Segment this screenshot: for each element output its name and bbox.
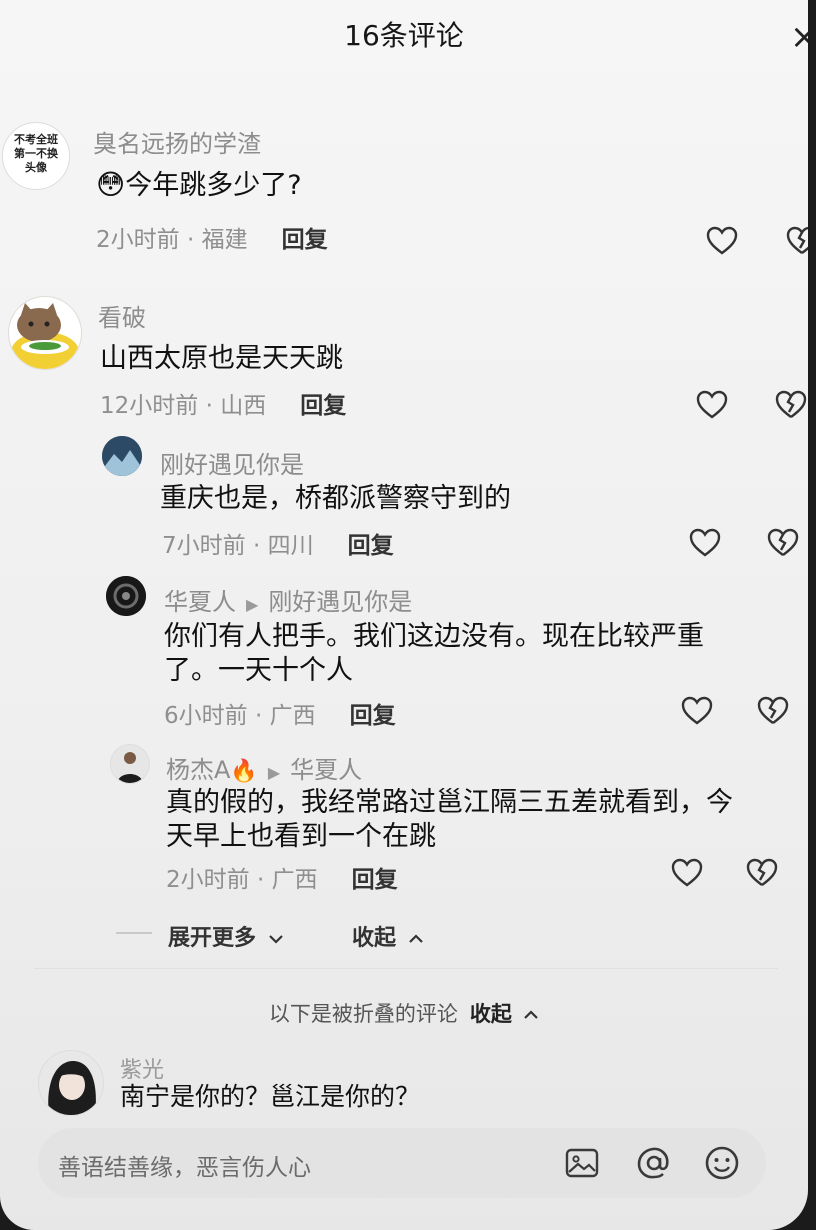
avatar[interactable] <box>38 1050 104 1116</box>
image-icon[interactable] <box>560 1141 604 1185</box>
reply-button[interactable]: 回复 <box>282 227 328 253</box>
reply-target-username[interactable]: 华夏人 <box>290 756 362 784</box>
smiley-emoji-icon[interactable] <box>700 1141 744 1185</box>
comment-username[interactable]: 刚好遇见你是 <box>160 445 304 480</box>
comment-username[interactable]: 华夏人 <box>164 588 236 616</box>
like-heart-icon[interactable] <box>670 856 704 890</box>
comment-username-with-target: 华夏人 ▶ 刚好遇见你是 <box>164 582 412 617</box>
chevron-up-icon <box>408 926 424 951</box>
collapse-button[interactable]: 收起 <box>352 920 424 952</box>
avatar[interactable]: 不考全班 第一不换 头像 <box>2 122 70 190</box>
like-heart-icon[interactable] <box>705 224 739 258</box>
comment-text: 重庆也是，桥都派警察守到的 <box>160 483 511 514</box>
comment-text: 今年跳多少了? <box>125 170 302 201</box>
reply-target-username[interactable]: 刚好遇见你是 <box>268 588 412 616</box>
folded-collapse-button[interactable]: 收起 <box>470 1002 539 1026</box>
reply-arrow-icon: ▶ <box>246 595 259 614</box>
comment-time-location: 7小时前 · 四川 <box>162 533 314 559</box>
close-icon[interactable]: × <box>790 20 808 54</box>
like-heart-icon[interactable] <box>695 388 729 422</box>
reply-button[interactable]: 回复 <box>352 867 398 893</box>
comment-text-line: 真的假的，我经常路过邕江隔三五差就看到，今 <box>166 787 733 818</box>
replies-fold-row: 展开更多 收起 <box>0 910 808 956</box>
anime-avatar-icon <box>39 1051 103 1115</box>
comment-sheet: 16条评论 × 不考全班 第一不换 头像 臭名远扬的学渣 😳今年跳多少了? 2小… <box>0 0 808 1230</box>
comment-text: 真的假的，我经常路过邕江隔三五差就看到，今 天早上也看到一个在跳 <box>166 786 786 854</box>
comment-time-location: 2小时前 · 广西 <box>166 867 318 893</box>
comment-text: 山西太原也是天天跳 <box>100 343 343 374</box>
comment-text-wrap: 😳今年跳多少了? <box>96 168 302 203</box>
like-heart-icon[interactable] <box>680 694 714 728</box>
section-divider <box>34 968 778 969</box>
chevron-up-icon <box>523 1002 539 1026</box>
comment-meta: 2小时前 · 广西 回复 <box>166 860 398 894</box>
comment-time-location: 12小时前 · 山西 <box>100 393 267 419</box>
comment-text: 南宁是你的？邕江是你的？ <box>120 1082 421 1111</box>
expand-more-label: 展开更多 <box>168 926 257 951</box>
dark-avatar-icon <box>106 576 146 616</box>
comments-count-title: 16条评论 <box>344 19 464 52</box>
comment-text-line: 天早上也看到一个在跳 <box>166 821 436 852</box>
reply-button[interactable]: 回复 <box>300 393 346 419</box>
comment-text: 你们有人把手。我们这边没有。现在比较严重 了。一天十个人 <box>164 620 764 688</box>
comment-input-bar[interactable]: 善语结善缘，恶言伤人心 <box>38 1128 766 1198</box>
flushed-emoji: 😳 <box>96 168 126 201</box>
avatar-caption: 不考全班 第一不换 头像 <box>14 133 58 174</box>
dislike-broken-heart-icon[interactable] <box>766 526 800 560</box>
comment-time-location: 2小时前 · 福建 <box>96 227 248 253</box>
comment-meta: 2小时前 · 福建 回复 <box>96 220 328 254</box>
comment-username-with-target: 杨杰A🔥 ▶ 华夏人 <box>166 750 362 785</box>
comment-username[interactable]: 杨杰A <box>166 756 230 784</box>
avatar[interactable] <box>106 576 146 616</box>
dislike-broken-heart-icon[interactable] <box>745 856 779 890</box>
dislike-broken-heart-icon[interactable] <box>785 224 808 258</box>
comment-text-line: 了。一天十个人 <box>164 655 353 686</box>
comment-username[interactable]: 臭名远扬的学渣 <box>93 124 261 159</box>
dislike-broken-heart-icon[interactable] <box>774 388 808 422</box>
chevron-down-icon <box>268 926 284 951</box>
avatar[interactable] <box>102 436 142 476</box>
expand-more-button[interactable]: 展开更多 <box>168 920 284 952</box>
comment-time-location: 6小时前 · 广西 <box>164 703 316 729</box>
comment-username[interactable]: 看破 <box>98 298 146 333</box>
avatar[interactable] <box>110 744 150 784</box>
folded-comments-label: 以下是被折叠的评论 <box>268 1002 458 1026</box>
comment-meta: 6小时前 · 广西 回复 <box>164 696 396 730</box>
comment-input-placeholder: 善语结善缘，恶言伤人心 <box>58 1155 311 1181</box>
dislike-broken-heart-icon[interactable] <box>756 694 790 728</box>
folded-collapse-label: 收起 <box>469 1002 512 1026</box>
like-heart-icon[interactable] <box>688 526 722 560</box>
cat-avatar-icon <box>9 297 81 369</box>
at-mention-icon[interactable] <box>632 1141 676 1185</box>
comment-text-line: 你们有人把手。我们这边没有。现在比较严重 <box>164 621 704 652</box>
comment-meta: 12小时前 · 山西 回复 <box>100 386 346 420</box>
avatar[interactable] <box>8 296 82 370</box>
fold-line <box>116 932 152 934</box>
collapse-label: 收起 <box>352 926 397 951</box>
folded-comments-notice: 以下是被折叠的评论 收起 <box>0 998 808 1028</box>
reply-button[interactable]: 回复 <box>348 533 394 559</box>
reply-button[interactable]: 回复 <box>350 703 396 729</box>
person-avatar-icon <box>111 745 149 783</box>
fire-emoji: 🔥 <box>230 759 258 784</box>
comment-meta: 7小时前 · 四川 回复 <box>162 526 394 560</box>
reply-arrow-icon: ▶ <box>267 763 281 782</box>
mountain-avatar-icon <box>102 436 142 476</box>
